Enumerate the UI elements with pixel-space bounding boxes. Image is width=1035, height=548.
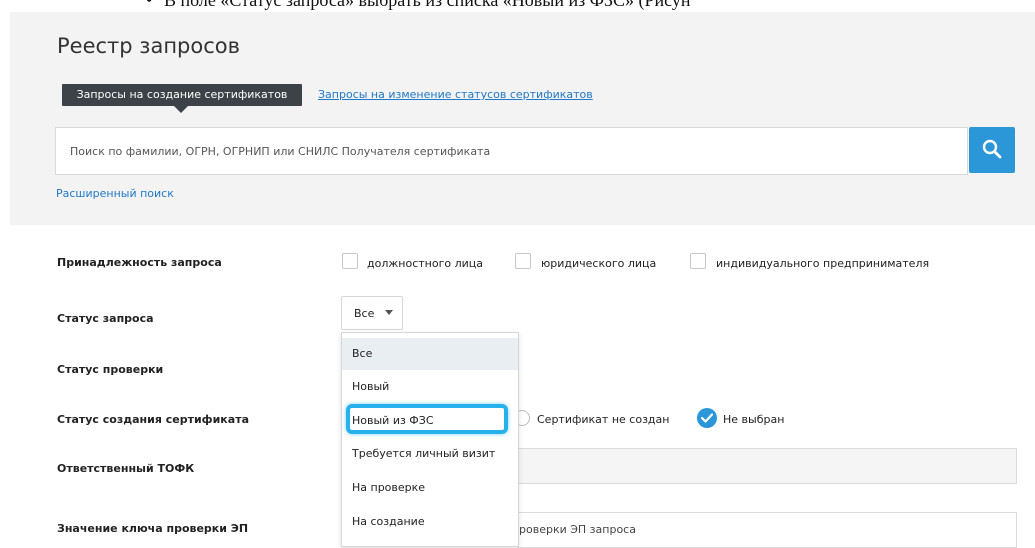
request-status-select[interactable]: Все <box>341 296 403 330</box>
page-title: Реестр запросов <box>57 34 241 58</box>
dropdown-option-on-creation[interactable]: На создание <box>342 506 518 538</box>
search-icon <box>982 139 1002 159</box>
radio-cert-not-created-label: Сертификат не создан <box>537 413 670 426</box>
instruction-bullet: • <box>146 0 153 10</box>
responsible-tofk-label: Ответственный ТОФК <box>57 462 195 475</box>
checkbox-legal-entity[interactable] <box>515 253 531 269</box>
key-value-field[interactable]: роверки ЭП запроса <box>517 512 1017 548</box>
request-status-selected-value: Все <box>354 307 375 320</box>
radio-not-selected-label: Не выбран <box>723 413 785 426</box>
check-status-label: Статус проверки <box>57 363 164 376</box>
checkbox-legal-entity-label: юридического лица <box>541 257 657 270</box>
highlight-ring-new-from-fzs <box>346 404 508 434</box>
dropdown-option-on-check[interactable]: На проверке <box>342 472 518 504</box>
dropdown-option-personal-visit[interactable]: Требуется личный визит <box>342 438 518 470</box>
affiliation-label: Принадлежность запроса <box>57 256 222 269</box>
checkbox-official-label: должностного лица <box>367 257 483 270</box>
tab-change-status-requests[interactable]: Запросы на изменение статусов сертификат… <box>318 88 593 101</box>
creation-status-label: Статус создания сертификата <box>57 413 249 426</box>
instruction-text: В поле «Статус запроса» выбрать из списк… <box>164 0 691 10</box>
request-status-dropdown: Все Новый Новый из ФЗС Требуется личный … <box>341 332 519 547</box>
radio-not-selected[interactable] <box>697 408 717 428</box>
tab-create-requests[interactable]: Запросы на создание сертификатов <box>62 84 302 113</box>
checkbox-entrepreneur-label: индивидуального предпринимателя <box>716 257 930 270</box>
key-value-placeholder: роверки ЭП запроса <box>519 523 636 536</box>
checkbox-entrepreneur[interactable] <box>690 253 706 269</box>
dropdown-option-all[interactable]: Все <box>342 338 518 370</box>
checkmark-icon <box>701 413 713 423</box>
search-button[interactable] <box>969 127 1015 173</box>
checkbox-official[interactable] <box>342 253 358 269</box>
key-value-label: Значение ключа проверки ЭП <box>57 522 249 535</box>
advanced-search-link[interactable]: Расширенный поиск <box>56 187 174 200</box>
request-status-label: Статус запроса <box>57 312 154 325</box>
dropdown-option-new[interactable]: Новый <box>342 371 518 403</box>
responsible-tofk-field[interactable] <box>517 448 1017 484</box>
document-instruction-line: • В поле «Статус запроса» выбрать из спи… <box>0 0 1035 12</box>
search-input[interactable] <box>55 127 968 175</box>
chevron-down-icon <box>385 310 393 315</box>
